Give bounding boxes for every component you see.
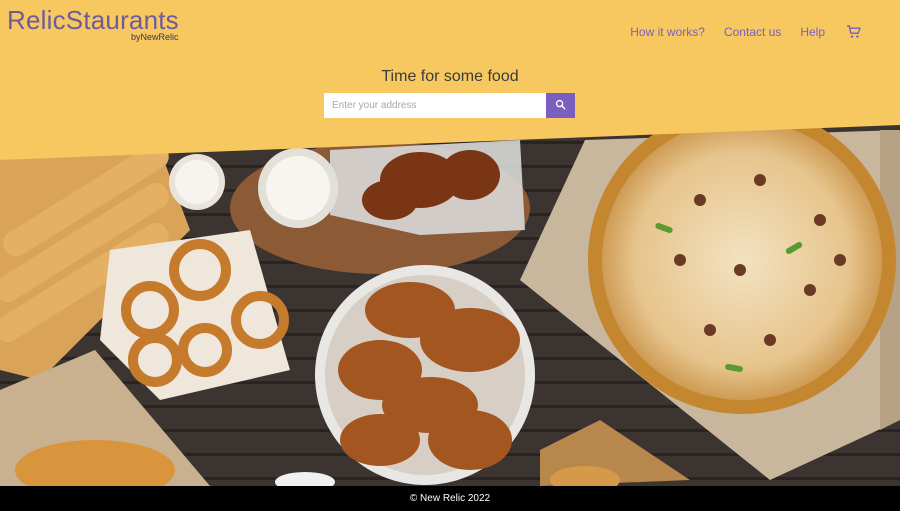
hero-food-image: [0, 120, 900, 486]
search-icon: [555, 98, 566, 113]
brand-title: RelicStaurants: [7, 5, 179, 35]
search-button[interactable]: [546, 93, 575, 118]
hero-heading: Time for some food: [381, 68, 519, 85]
footer: © New Relic 2022: [0, 486, 900, 511]
nav-contact-us[interactable]: Contact us: [724, 24, 781, 40]
address-search: [324, 93, 575, 118]
top-nav: How it works? Contact us Help: [611, 24, 862, 40]
address-input[interactable]: [324, 93, 546, 118]
brand-subtitle: byNewRelic: [131, 32, 179, 42]
footer-copyright: © New Relic 2022: [409, 493, 491, 504]
cart-icon[interactable]: [846, 24, 862, 40]
nav-help[interactable]: Help: [800, 24, 825, 40]
brand-logo[interactable]: RelicStaurants byNewRelic: [7, 5, 179, 42]
nav-how-it-works[interactable]: How it works?: [630, 24, 705, 40]
